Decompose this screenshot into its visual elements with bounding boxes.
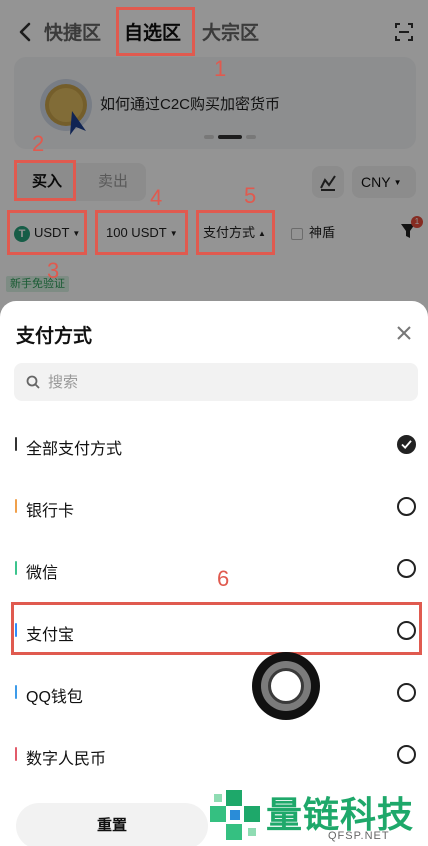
annotation-label-3: 3 xyxy=(47,258,60,283)
radio-checked-icon[interactable] xyxy=(397,435,416,454)
option-color-bar xyxy=(15,561,17,575)
payment-option-all[interactable]: 全部支付方式 xyxy=(0,423,428,467)
annotation-label-5: 5 xyxy=(244,183,257,208)
radio-icon[interactable] xyxy=(397,497,416,516)
annotation-box-5 xyxy=(196,210,275,255)
option-label: 数字人民币 xyxy=(26,751,107,768)
payment-option-bank-card[interactable]: 银行卡 xyxy=(0,485,428,529)
option-color-bar xyxy=(15,685,17,699)
radio-icon[interactable] xyxy=(397,559,416,578)
option-color-bar xyxy=(15,437,17,451)
option-color-bar xyxy=(15,499,17,513)
watermark-logo-icon xyxy=(210,790,260,840)
radio-icon[interactable] xyxy=(397,745,416,764)
payment-option-qq-wallet[interactable]: QQ钱包 xyxy=(0,671,428,715)
annotation-box-3 xyxy=(7,210,87,255)
annotation-box-4 xyxy=(95,210,188,255)
payment-option-wechat[interactable]: 微信 xyxy=(0,547,428,591)
search-input[interactable] xyxy=(48,363,408,401)
option-label: 微信 xyxy=(26,565,59,582)
option-label: 银行卡 xyxy=(26,503,75,520)
radio-icon[interactable] xyxy=(397,683,416,702)
search-box xyxy=(14,363,418,401)
option-label: QQ钱包 xyxy=(26,689,83,706)
assistive-touch-center xyxy=(268,668,304,704)
watermark-subtitle: QFSP.NET xyxy=(328,830,390,842)
assistive-touch-button[interactable] xyxy=(252,652,320,720)
annotation-label-4: 4 xyxy=(150,185,163,210)
close-icon[interactable] xyxy=(396,325,412,341)
annotation-box-1 xyxy=(116,7,195,56)
payment-option-digital-rmb[interactable]: 数字人民币 xyxy=(0,733,428,777)
option-label: 全部支付方式 xyxy=(26,441,123,458)
annotation-label-6: 6 xyxy=(217,566,230,591)
payment-method-sheet: 支付方式 全部支付方式 银行卡 微信 支付宝 QQ钱包 xyxy=(0,301,428,846)
reset-button[interactable]: 重置 xyxy=(16,803,208,846)
search-icon xyxy=(26,375,40,389)
annotation-box-2 xyxy=(14,160,76,201)
annotation-label-1: 1 xyxy=(214,56,227,81)
option-color-bar xyxy=(15,747,17,761)
watermark: 量链科技 QFSP.NET xyxy=(206,784,428,846)
annotation-label-2: 2 xyxy=(32,131,45,156)
sheet-title: 支付方式 xyxy=(16,326,93,347)
annotation-box-6 xyxy=(11,602,422,655)
